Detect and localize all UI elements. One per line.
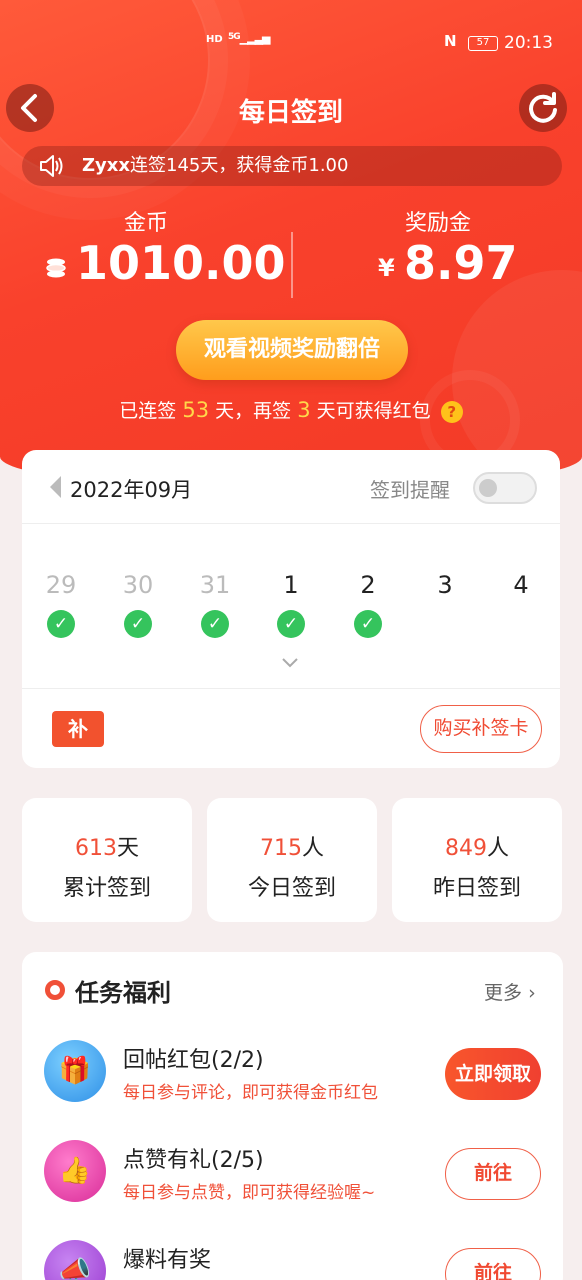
day-number: 3 [437, 571, 453, 599]
stat-value: 715 [259, 836, 302, 861]
prev-month-icon[interactable] [50, 476, 61, 498]
balance-divider [291, 232, 293, 298]
chevron-right-icon: › [528, 982, 536, 1004]
calendar-day[interactable]: 29 ✓ [31, 568, 91, 638]
calendar-day[interactable]: 31 ✓ [185, 568, 245, 638]
calendar-card: 2022年09月 签到提醒 29 ✓ 30 ✓ 31 ✓ 1 ✓ 2 ✓ 3 4 补 购买补签卡 [22, 450, 560, 768]
streak-mid: 天，再签 [215, 400, 292, 422]
stat-today-signins: 715人 今日签到 [207, 798, 377, 922]
streak-remaining: 3 [297, 398, 311, 422]
task-item-like-reward: 👍 点赞有礼(2/5) 每日参与点赞，即可获得经验喔~ 前往 [22, 1140, 563, 1230]
marquee-text: 连签145天，获得金币1.00 [130, 155, 349, 176]
day-number: 2 [360, 571, 376, 599]
stat-value: 849 [444, 836, 487, 861]
calendar-day[interactable]: 3 [415, 568, 475, 602]
streak-info: 已连签 53 天，再签 3 天可获得红包 ? [0, 396, 582, 423]
buy-makeup-card-button[interactable]: 购买补签卡 [420, 705, 542, 753]
check-icon: ✓ [354, 610, 382, 638]
calendar-header: 2022年09月 签到提醒 [22, 450, 560, 524]
refresh-icon [529, 92, 557, 123]
streak-days: 53 [182, 398, 210, 422]
reminder-label: 签到提醒 [370, 478, 450, 502]
streak-suffix: 天可获得红包 [316, 400, 431, 422]
go-button[interactable]: 前往 [445, 1148, 541, 1200]
task-desc: 每日参与点赞，即可获得经验喔~ [123, 1183, 376, 1203]
nfc-icon: N [444, 32, 457, 50]
marquee-user: Zyxx [82, 155, 131, 176]
claim-now-button[interactable]: 立即领取 [445, 1048, 541, 1100]
stat-label: 今日签到 [247, 876, 336, 901]
toggle-knob [479, 479, 497, 497]
watch-video-double-button[interactable]: 观看视频奖励翻倍 [176, 320, 408, 380]
status-bar: HD 5G▁▂▃▅ N 57 20:13 [0, 30, 582, 58]
day-number: 30 [122, 571, 154, 599]
help-icon[interactable]: ? [440, 400, 463, 423]
reminder-toggle[interactable] [473, 472, 537, 504]
calendar-day[interactable]: 1 ✓ [261, 568, 321, 638]
expand-calendar-icon[interactable] [280, 652, 300, 672]
page-title: 每日签到 [238, 98, 343, 128]
check-icon: ✓ [277, 610, 305, 638]
coin-stack-icon [44, 256, 68, 288]
reply-redpacket-icon: 🎁 [44, 1040, 106, 1102]
sign-in-marquee: Zyxx连签145天，获得金币1.00 [22, 146, 562, 186]
more-tasks-link[interactable]: 更多 › [484, 978, 536, 1005]
stat-total-signins: 613天 累计签到 [22, 798, 192, 922]
clock: 20:13 [504, 33, 553, 53]
bonus-label: 奖励金 [404, 211, 471, 236]
task-item-tip-reward: 📣 爆料有奖 前往 [22, 1240, 563, 1280]
day-number: 4 [513, 571, 529, 599]
check-icon: ✓ [201, 610, 229, 638]
task-rewards-card: 任务福利 更多 › 🎁 回帖红包(2/2) 每日参与评论，即可获得金币红包 立即… [22, 952, 563, 1280]
megaphone-icon: 📣 [44, 1240, 106, 1280]
task-item-reply-redpacket: 🎁 回帖红包(2/2) 每日参与评论，即可获得金币红包 立即领取 [22, 1040, 563, 1130]
day-number: 29 [45, 571, 77, 599]
calendar-footer: 补 购买补签卡 [22, 688, 560, 768]
streak-prefix: 已连签 [119, 400, 177, 422]
go-button[interactable]: 前往 [445, 1248, 541, 1280]
refresh-button[interactable] [519, 84, 567, 132]
makeup-card-icon: 补 [52, 711, 104, 747]
task-desc: 每日参与评论，即可获得金币红包 [123, 1083, 378, 1103]
currency-symbol: ¥ [378, 254, 395, 282]
thumbs-up-gift-icon: 👍 [44, 1140, 106, 1202]
calendar-week: 29 ✓ 30 ✓ 31 ✓ 1 ✓ 2 ✓ 3 4 [22, 568, 560, 648]
check-icon: ✓ [124, 610, 152, 638]
bonus-value: 8.97 [404, 236, 518, 290]
stat-unit: 人 [301, 836, 324, 861]
task-name: 点赞有礼(2/5) [123, 1148, 264, 1173]
calendar-month: 2022年09月 [70, 478, 193, 502]
check-icon: ✓ [47, 610, 75, 638]
stat-label: 累计签到 [62, 876, 151, 901]
day-number: 1 [283, 571, 299, 599]
calendar-day[interactable]: 30 ✓ [108, 568, 168, 638]
more-label: 更多 [484, 982, 523, 1004]
battery-icon: 57 [468, 36, 498, 51]
stat-label: 昨日签到 [432, 876, 521, 901]
section-dot-icon [45, 980, 65, 1000]
signal-icon: 5G▁▂▃▅ [228, 32, 270, 45]
day-number: 31 [199, 571, 231, 599]
stat-value: 613 [74, 836, 117, 861]
speaker-icon [38, 146, 64, 199]
calendar-day[interactable]: 4 [491, 568, 551, 602]
coins-value: 1010.00 [76, 236, 286, 290]
stat-unit: 人 [486, 836, 509, 861]
coins-label: 金币 [123, 211, 168, 236]
calendar-day[interactable]: 2 ✓ [338, 568, 398, 638]
task-name: 回帖红包(2/2) [123, 1048, 264, 1073]
task-name: 爆料有奖 [123, 1248, 212, 1273]
network-indicator: HD [206, 34, 223, 45]
signal-label: 5G [228, 32, 241, 42]
stat-unit: 天 [116, 836, 139, 861]
stat-yesterday-signins: 849人 昨日签到 [392, 798, 562, 922]
tasks-title: 任务福利 [75, 979, 171, 1007]
